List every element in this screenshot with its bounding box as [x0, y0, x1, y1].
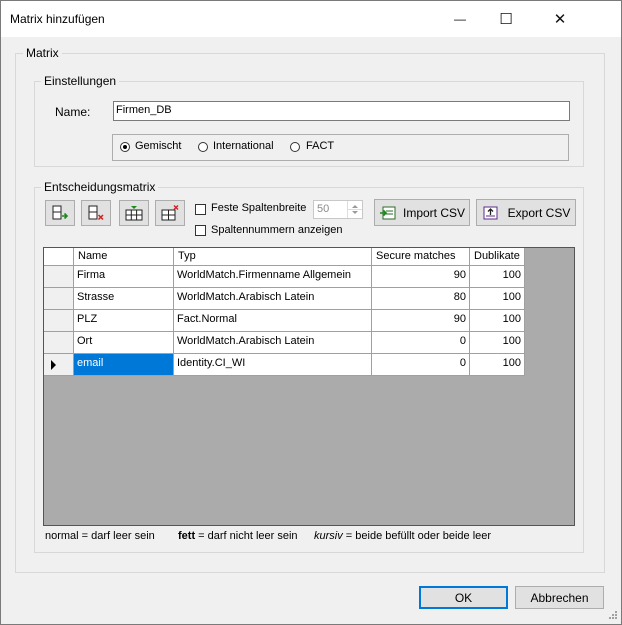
table-cell-name[interactable]: Firma: [74, 266, 174, 288]
table-cell-dublikate[interactable]: 100: [470, 288, 525, 310]
column-header-secure-matches[interactable]: Secure matches: [372, 248, 470, 266]
show-column-numbers-label[interactable]: Spaltennummern anzeigen: [211, 224, 342, 236]
radio-gemischt[interactable]: [120, 142, 130, 152]
table-cell-typ[interactable]: WorldMatch.Arabisch Latein: [174, 332, 372, 354]
fixed-width-label[interactable]: Feste Spaltenbreite: [211, 202, 306, 214]
title-bar: Matrix hinzufügen — ☐ ✕: [1, 1, 621, 37]
table-cell-name[interactable]: Strasse: [74, 288, 174, 310]
remove-column-icon: [88, 205, 104, 221]
export-csv-button[interactable]: Export CSV: [476, 199, 576, 226]
row-header[interactable]: [44, 266, 74, 288]
table-cell-typ[interactable]: WorldMatch.Firmenname Allgemein: [174, 266, 372, 288]
close-button[interactable]: ✕: [529, 1, 591, 37]
ok-button[interactable]: OK: [419, 586, 508, 609]
table-cell-name-selected[interactable]: email: [74, 354, 174, 376]
legend-normal-text: = darf leer sein: [78, 530, 155, 542]
legend-bold: fett = darf nicht leer sein: [178, 530, 298, 542]
decision-matrix-group-label: Entscheidungsmatrix: [41, 180, 159, 194]
table-cell-dublikate[interactable]: 100: [470, 354, 525, 376]
legend-bold-text: = darf nicht leer sein: [195, 530, 298, 542]
radio-fact-label[interactable]: FACT: [306, 140, 334, 152]
table-cell-typ[interactable]: Fact.Normal: [174, 310, 372, 332]
table-cell-dublikate[interactable]: 100: [470, 266, 525, 288]
radio-fact[interactable]: [290, 142, 300, 152]
maximize-icon: ☐: [499, 11, 513, 28]
import-icon: [379, 206, 396, 219]
table-cell-dublikate[interactable]: 100: [470, 332, 525, 354]
settings-group-label: Einstellungen: [41, 74, 120, 88]
ok-button-label: OK: [454, 590, 473, 605]
legend-normal-term: normal: [45, 530, 79, 542]
row-header[interactable]: [44, 288, 74, 310]
table-cell-typ[interactable]: WorldMatch.Arabisch Latein: [174, 288, 372, 310]
radio-international-label[interactable]: International: [213, 140, 274, 152]
resize-grip-icon[interactable]: [608, 610, 618, 620]
minimize-icon: —: [454, 12, 466, 26]
table-cell-name[interactable]: Ort: [74, 332, 174, 354]
radio-gemischt-label[interactable]: Gemischt: [135, 140, 181, 152]
add-row-button[interactable]: [119, 200, 149, 226]
cancel-button[interactable]: Abbrechen: [515, 586, 604, 609]
import-csv-button[interactable]: Import CSV: [374, 199, 470, 226]
remove-column-button[interactable]: [81, 200, 111, 226]
close-icon: ✕: [553, 11, 567, 28]
table-cell-secure[interactable]: 0: [372, 332, 470, 354]
export-icon: [483, 206, 498, 219]
table-cell-typ[interactable]: Identity.CI_WI: [174, 354, 372, 376]
table-cell-secure[interactable]: 0: [372, 354, 470, 376]
table-cell-name[interactable]: PLZ: [74, 310, 174, 332]
fixed-width-spinner[interactable]: 50: [313, 200, 363, 219]
add-column-button[interactable]: [45, 200, 75, 226]
dialog-window: Matrix hinzufügen — ☐ ✕ Matrix Einstellu…: [0, 0, 622, 625]
grid-corner: [44, 248, 74, 266]
column-header-dublikate[interactable]: Dublikate: [470, 248, 525, 266]
decision-matrix-grid[interactable]: Name Typ Secure matches Dublikate Firma …: [43, 247, 575, 526]
table-cell-secure[interactable]: 90: [372, 310, 470, 332]
fixed-width-checkbox[interactable]: [195, 204, 206, 215]
export-csv-label: Export CSV: [507, 205, 571, 220]
table-cell-secure[interactable]: 90: [372, 266, 470, 288]
legend-italic-term: kursiv: [314, 530, 343, 542]
minimize-button[interactable]: —: [437, 1, 483, 37]
table-cell-secure[interactable]: 80: [372, 288, 470, 310]
window-title: Matrix hinzufügen: [10, 12, 105, 26]
column-header-typ[interactable]: Typ: [174, 248, 372, 266]
radio-international[interactable]: [198, 142, 208, 152]
remove-row-button[interactable]: [155, 200, 185, 226]
legend-normal: normal = darf leer sein: [45, 530, 155, 542]
legend-italic: kursiv = beide befüllt oder beide leer: [314, 530, 491, 542]
row-header[interactable]: [44, 310, 74, 332]
legend-bold-term: fett: [178, 530, 196, 542]
fixed-width-value: 50: [317, 203, 330, 215]
name-input[interactable]: Firmen_DB: [113, 101, 570, 121]
matrix-group-label: Matrix: [23, 46, 62, 60]
legend-italic-text: = beide befüllt oder beide leer: [342, 530, 492, 542]
import-csv-label: Import CSV: [402, 205, 465, 220]
column-header-name[interactable]: Name: [74, 248, 174, 266]
spinner-arrows[interactable]: [347, 201, 362, 218]
add-row-icon: [125, 206, 143, 221]
name-label: Name:: [55, 105, 91, 119]
current-row-arrow-icon: [51, 360, 56, 370]
row-header-current[interactable]: [44, 354, 74, 376]
show-column-numbers-checkbox[interactable]: [195, 225, 206, 236]
add-column-icon: [52, 205, 69, 220]
spinner-up-down-icon: [348, 205, 362, 214]
table-cell-dublikate[interactable]: 100: [470, 310, 525, 332]
row-header[interactable]: [44, 332, 74, 354]
maximize-button[interactable]: ☐: [483, 1, 529, 37]
cancel-button-label: Abbrechen: [530, 590, 589, 605]
remove-row-icon: [161, 205, 179, 221]
